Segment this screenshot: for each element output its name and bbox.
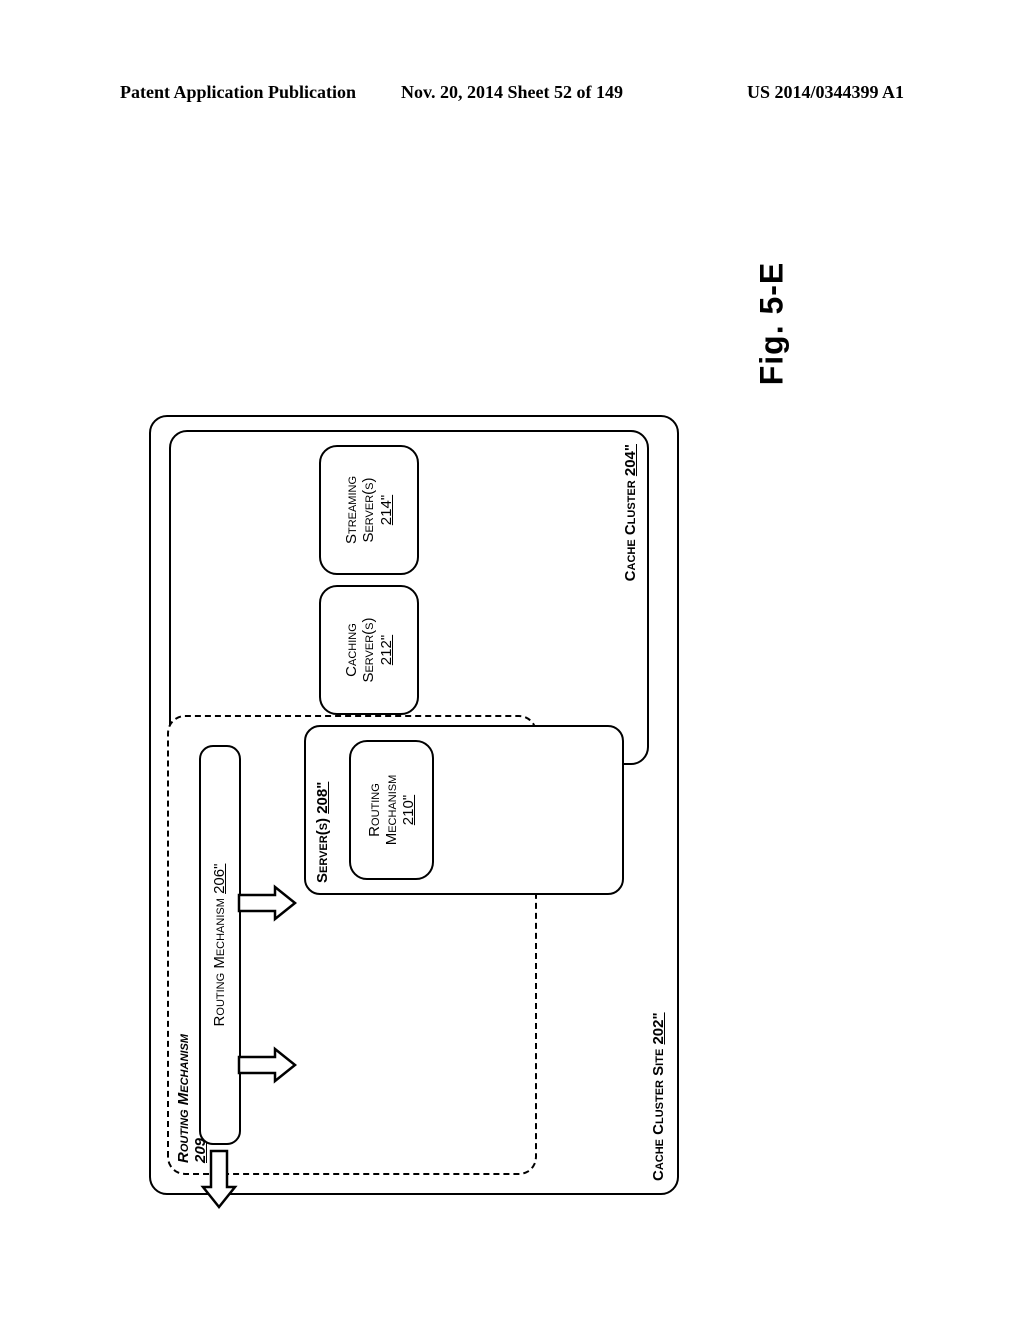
routing-mechanism-main-label: Routing Mechanism 206"	[211, 864, 228, 1027]
streaming-servers-label: Streaming Server(s) 214"	[343, 476, 395, 544]
caching-servers-label: Caching Server(s) 212"	[343, 617, 395, 682]
routing-mechanism-inner-label: Routing Mechanism 210"	[366, 775, 418, 846]
servers-label: Server(s) 208"	[314, 782, 331, 883]
arrow-down-icon	[237, 1043, 297, 1087]
streaming-servers-box: Streaming Server(s) 214"	[319, 445, 419, 575]
header-left: Patent Application Publication	[120, 82, 356, 103]
page-header: Patent Application Publication Nov. 20, …	[0, 82, 1024, 103]
figure-title: Fig. 5-E	[754, 262, 791, 386]
cache-cluster-label: Cache Cluster 204"	[622, 444, 639, 581]
header-center: Nov. 20, 2014 Sheet 52 of 149	[401, 82, 623, 103]
diagram: Cache Cluster Site 202" Cache Cluster 20…	[149, 415, 679, 1195]
routing-mechanism-inner-box: Routing Mechanism 210"	[349, 740, 434, 880]
arrow-to-servers-icon	[237, 881, 297, 925]
caching-servers-box: Caching Server(s) 212"	[319, 585, 419, 715]
cache-cluster-site-label: Cache Cluster Site 202"	[650, 1012, 667, 1181]
page: Patent Application Publication Nov. 20, …	[0, 0, 1024, 1320]
header-right: US 2014/0344399 A1	[747, 82, 904, 103]
arrow-out-icon	[197, 1149, 241, 1209]
routing-mechanism-main-box: Routing Mechanism 206"	[199, 745, 241, 1145]
